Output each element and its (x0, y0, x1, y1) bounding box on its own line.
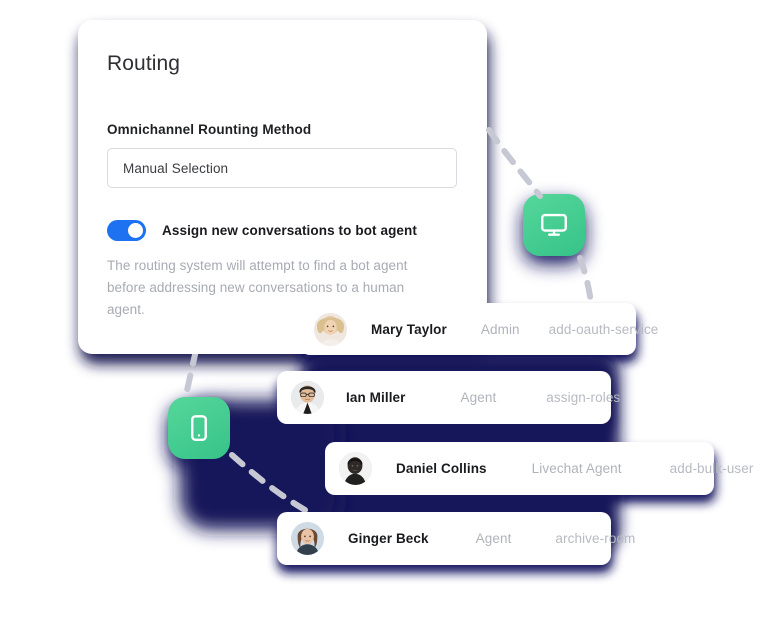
page-title: Routing (107, 52, 181, 75)
avatar-image (291, 381, 324, 414)
user-permission: add-oauth-service (548, 321, 659, 337)
avatar-image (339, 452, 372, 485)
bot-agent-toggle[interactable] (107, 220, 146, 242)
bot-agent-toggle-label: Assign new conversations to bot agent (162, 223, 417, 239)
user-role: Agent (475, 531, 512, 546)
user-card-daniel-collins[interactable]: Daniel Collins Livechat Agent add-bulk-u… (325, 442, 753, 495)
user-card-ian-miller[interactable]: Ian Miller Agent assign-roles (277, 371, 620, 424)
mobile-device-badge[interactable] (168, 397, 230, 459)
avatar (314, 312, 347, 346)
avatar (291, 522, 324, 555)
toggle-knob (128, 223, 143, 239)
dashed-line-card-to-mobile (183, 347, 199, 398)
user-role: Agent (460, 390, 497, 405)
user-permission: archive-room (555, 531, 636, 546)
dashed-line-panel-to-desktop (486, 127, 543, 199)
illustration-stage: Routing Omnichannel Rounting Method Manu… (0, 0, 765, 625)
dashed-line-mobile-to-ginger (229, 452, 308, 513)
user-name: Daniel Collins (396, 461, 487, 476)
avatar-image (314, 312, 347, 346)
mobile-phone-icon (191, 415, 207, 441)
user-name: Ian Miller (346, 390, 406, 405)
user-name: Ginger Beck (348, 531, 429, 546)
user-card-ginger-beck[interactable]: Ginger Beck Agent archive-room (277, 512, 635, 565)
user-role: Admin (480, 321, 520, 337)
avatar-image (291, 522, 324, 555)
routing-method-label: Omnichannel Rounting Method (107, 122, 312, 138)
desktop-device-badge[interactable] (523, 194, 585, 256)
avatar (339, 452, 372, 485)
user-role: Livechat Agent (531, 461, 622, 476)
desktop-monitor-icon (541, 213, 567, 236)
routing-method-value: Manual Selection (123, 160, 229, 176)
user-permission: add-bulk-user (669, 461, 754, 476)
user-name: Mary Taylor (371, 321, 447, 337)
user-card-mary-taylor[interactable]: Mary Taylor Admin add-oauth-service (300, 303, 658, 355)
user-permission: assign-roles (546, 390, 621, 405)
routing-method-select[interactable]: Manual Selection (107, 148, 457, 189)
bot-agent-toggle-row: Assign new conversations to bot agent (107, 220, 457, 242)
avatar (291, 381, 324, 414)
